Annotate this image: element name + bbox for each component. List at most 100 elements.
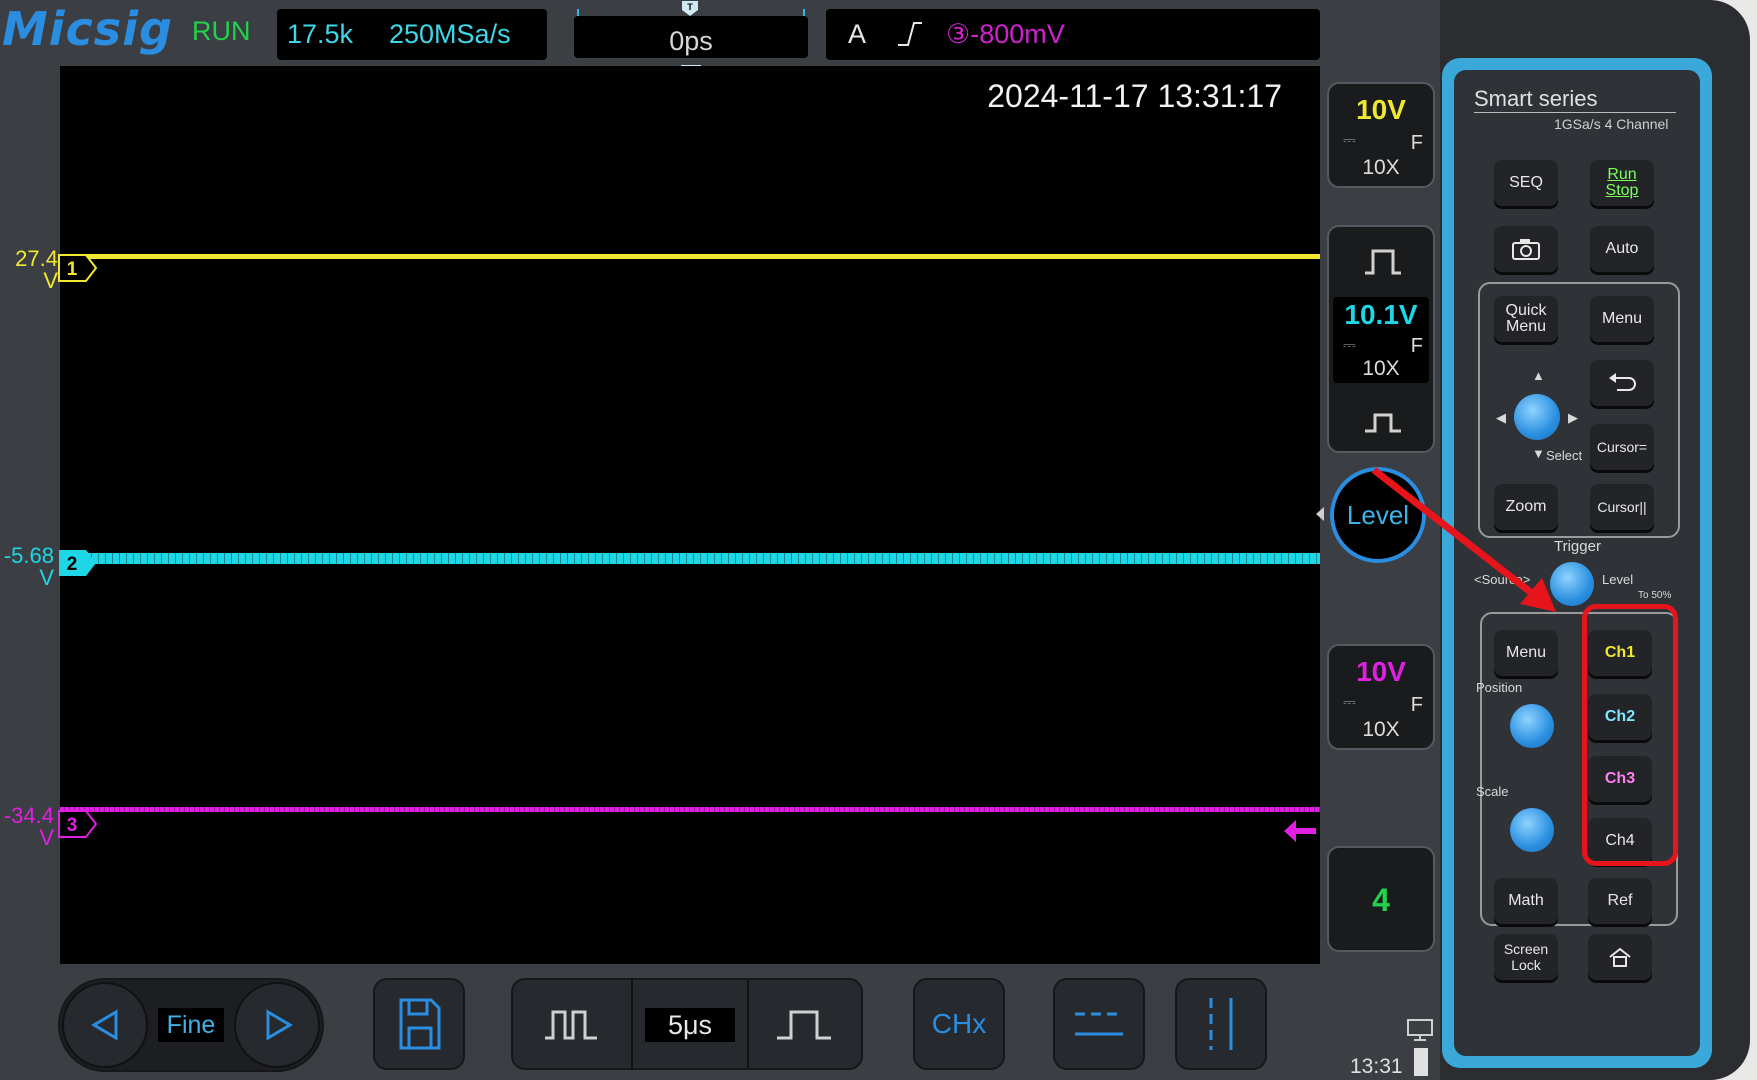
monitor-icon bbox=[1406, 1018, 1434, 1047]
series-divider bbox=[1474, 112, 1676, 113]
ch2-marker[interactable]: 2 bbox=[58, 549, 98, 582]
sample-rate: 250MSa/s bbox=[389, 19, 511, 49]
timestamp: 2024-11-17 13:31:17 bbox=[987, 78, 1282, 114]
home-icon bbox=[1609, 947, 1631, 967]
ch3-trace bbox=[60, 807, 1320, 812]
menu-key[interactable]: Menu bbox=[1590, 296, 1654, 342]
horizontal-cursor-icon bbox=[1075, 1012, 1123, 1036]
timebase-display[interactable]: 5μs bbox=[631, 980, 749, 1068]
status-clock: 13:31 bbox=[1350, 1055, 1403, 1078]
position-knob[interactable] bbox=[1510, 704, 1554, 748]
ch1-scale-box[interactable]: 10V ⎓ F 10X bbox=[1327, 82, 1435, 188]
prev-button[interactable] bbox=[62, 982, 148, 1068]
horizontal-cursor-button[interactable] bbox=[1053, 978, 1145, 1070]
next-button[interactable] bbox=[234, 982, 320, 1068]
spec-label: 1GSa/s 4 Channel bbox=[1554, 116, 1669, 132]
right-arrow-small-icon: ▶ bbox=[1568, 410, 1578, 425]
save-icon bbox=[399, 998, 441, 1050]
run-state-indicator[interactable]: RUN bbox=[192, 16, 251, 47]
timebase-decrease-button[interactable] bbox=[513, 980, 629, 1068]
select-label: Select bbox=[1546, 448, 1583, 463]
channel-menu-key[interactable]: Menu bbox=[1494, 630, 1558, 676]
vertical-cursor-button[interactable] bbox=[1175, 978, 1267, 1070]
left-arrow-small-icon: ◀ bbox=[1496, 410, 1506, 425]
ch4-label: 4 bbox=[1372, 882, 1390, 918]
ch2-trace bbox=[60, 553, 1320, 564]
brand-logo: Micsig bbox=[2, 2, 173, 56]
pulse-wide-icon bbox=[1363, 247, 1403, 282]
ch3-scale: 10V bbox=[1356, 656, 1406, 687]
ch4-button[interactable]: 4 bbox=[1327, 846, 1435, 952]
ch1-offset-label: 27.4 V bbox=[15, 246, 58, 293]
ch3-offset-label: -34.4 V bbox=[3, 803, 54, 850]
ch2-probe: 10X bbox=[1362, 357, 1400, 380]
dc-coupling-icon: ⎓ bbox=[1343, 694, 1356, 711]
trigger-source-level: ③-800mV bbox=[946, 19, 1065, 49]
ch3-marker[interactable]: 3 bbox=[58, 810, 98, 843]
down-arrow-icon: ▼ bbox=[1532, 446, 1545, 461]
seq-key[interactable]: SEQ bbox=[1494, 160, 1558, 206]
trigger-position-value: 0ps bbox=[669, 26, 713, 56]
ch2-scale-inner: 10.1V ⎓ F 10X bbox=[1333, 297, 1429, 383]
ch2-offset-label: -5.68 V bbox=[3, 543, 54, 590]
scale-knob[interactable] bbox=[1510, 808, 1554, 852]
pulse-train-icon bbox=[545, 1010, 597, 1040]
quick-menu-key[interactable]: Quick Menu bbox=[1494, 296, 1558, 342]
timebase-increase-button[interactable] bbox=[747, 980, 861, 1068]
rising-edge-icon bbox=[896, 21, 924, 54]
left-arrow-icon bbox=[91, 1009, 118, 1041]
memory-depth: 17.5k bbox=[287, 19, 354, 49]
svg-text:T: T bbox=[687, 2, 693, 12]
save-button[interactable] bbox=[373, 978, 465, 1070]
level-collapse-arrow-icon[interactable] bbox=[1316, 507, 1324, 521]
home-key[interactable] bbox=[1588, 934, 1652, 980]
ch3-trigger-level-arrow-icon[interactable] bbox=[1284, 818, 1316, 849]
acquisition-info[interactable]: 17.5k 250MSa/s bbox=[277, 9, 547, 60]
screen-lock-key[interactable]: Screen Lock bbox=[1494, 934, 1558, 980]
svg-text:3: 3 bbox=[67, 815, 78, 836]
svg-text:2: 2 bbox=[67, 554, 78, 575]
to50-label: To 50% bbox=[1638, 590, 1672, 601]
ch2-bandwidth-flag: F bbox=[1410, 335, 1423, 357]
ch2-scale-box[interactable]: 10.1V ⎓ F 10X bbox=[1327, 225, 1435, 453]
camera-icon bbox=[1512, 239, 1540, 260]
run-stop-key[interactable]: Run Stop bbox=[1590, 160, 1654, 206]
cursor-ll-key[interactable]: Cursor|| bbox=[1590, 484, 1654, 530]
waveform-display[interactable]: 2024-11-17 13:31:17 bbox=[60, 66, 1320, 964]
chx-button[interactable]: CHx bbox=[913, 978, 1005, 1070]
dc-coupling-icon: ⎓ bbox=[1343, 132, 1356, 149]
auto-key[interactable]: Auto bbox=[1590, 226, 1654, 272]
trigger-mode: A bbox=[848, 19, 867, 49]
series-label: Smart series bbox=[1474, 86, 1598, 111]
trigger-position-box[interactable]: 0ps bbox=[574, 16, 808, 58]
ch1-probe: 10X bbox=[1362, 156, 1400, 179]
screenshot-key[interactable] bbox=[1494, 226, 1558, 272]
pulse-narrow-icon bbox=[1363, 407, 1403, 442]
scale-label: Scale bbox=[1476, 784, 1509, 799]
position-label: Position bbox=[1476, 680, 1523, 695]
dc-coupling-icon: ⎓ bbox=[1343, 337, 1356, 354]
up-arrow-icon: ▲ bbox=[1532, 368, 1545, 383]
ch1-marker[interactable]: 1 bbox=[58, 254, 98, 287]
level-label: Level bbox=[1602, 572, 1634, 587]
svg-text:1: 1 bbox=[67, 259, 78, 280]
battery-icon bbox=[1414, 1048, 1428, 1076]
ch1-scale: 10V bbox=[1356, 94, 1406, 125]
back-arrow-icon bbox=[1609, 373, 1636, 391]
ref-key[interactable]: Ref bbox=[1588, 878, 1652, 924]
math-key[interactable]: Math bbox=[1494, 878, 1558, 924]
fine-toggle[interactable]: Fine bbox=[158, 1008, 224, 1042]
ch3-probe: 10X bbox=[1362, 718, 1400, 741]
vertical-cursor-icon bbox=[1209, 998, 1233, 1050]
timebase-value: 5μs bbox=[645, 1008, 735, 1042]
oscilloscope-screen: Micsig RUN 17.5k 250MSa/s T 0ps T A ③-80… bbox=[0, 0, 1440, 1080]
ch3-scale-box[interactable]: 10V ⎓ F 10X bbox=[1327, 644, 1435, 750]
ch1-bandwidth-flag: F bbox=[1410, 132, 1423, 154]
trigger-info[interactable]: A ③-800mV bbox=[826, 9, 1320, 60]
back-key[interactable] bbox=[1590, 360, 1654, 406]
ch3-bandwidth-flag: F bbox=[1410, 694, 1423, 716]
annotation-arrow-icon bbox=[1370, 466, 1570, 631]
ch1-trace bbox=[60, 254, 1320, 259]
cursor-eq-key[interactable]: Cursor= bbox=[1590, 424, 1654, 470]
select-knob[interactable] bbox=[1514, 394, 1560, 440]
